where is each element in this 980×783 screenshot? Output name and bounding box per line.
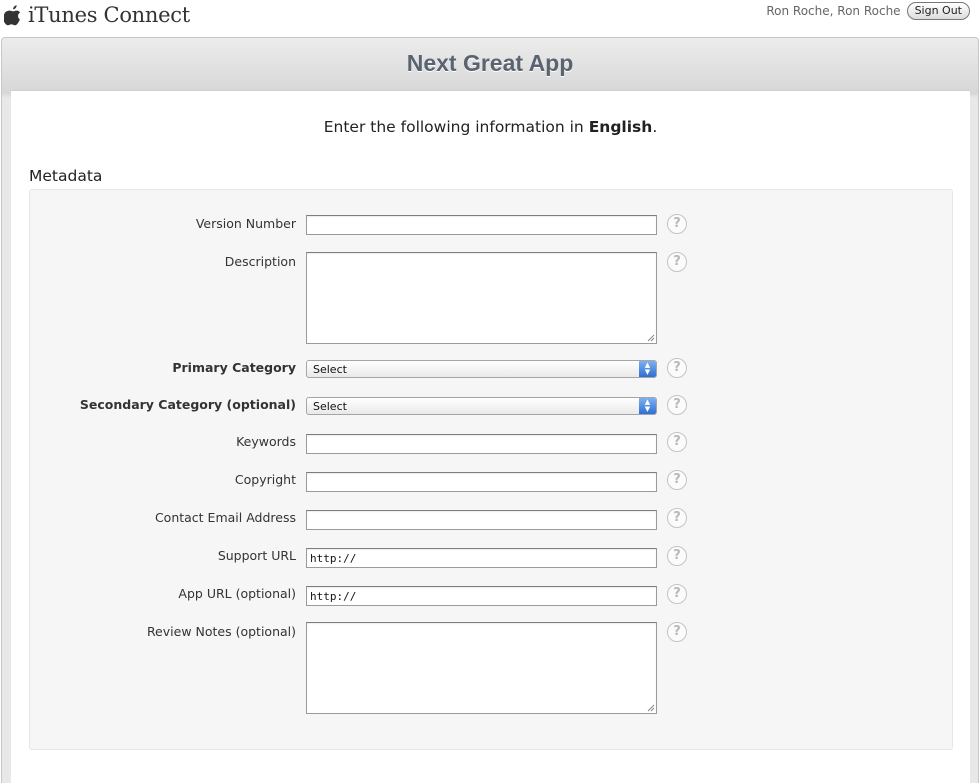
top-bar: iTunes Connect Ron Roche, Ron Roche Sign… — [0, 0, 980, 34]
secondary-category-value: Select — [313, 400, 347, 413]
help-question-icon[interactable]: ? — [667, 508, 687, 528]
primary-category-select[interactable]: Select ▲ ▼ — [306, 360, 657, 378]
help-question-icon[interactable]: ? — [667, 214, 687, 234]
support-url-field[interactable]: http:// — [306, 548, 657, 568]
help-question-icon[interactable]: ? — [667, 470, 687, 490]
resize-grip-icon[interactable] — [647, 334, 655, 342]
itunes-connect-logo[interactable]: iTunes Connect — [3, 0, 190, 30]
select-arrows-icon: ▲ ▼ — [639, 398, 656, 414]
description-label: Description — [224, 254, 296, 269]
app-url-label: App URL (optional) — [178, 586, 296, 601]
app-name: iTunes Connect — [28, 3, 190, 27]
version-number-label: Version Number — [195, 216, 296, 231]
contact-email-field[interactable] — [306, 510, 657, 530]
app-url-field[interactable]: http:// — [306, 586, 657, 606]
instruction-prefix: Enter the following information in — [323, 118, 584, 136]
app-panel: Next Great App Enter the following infor… — [1, 37, 979, 783]
help-question-icon[interactable]: ? — [667, 546, 687, 566]
keywords-label: Keywords — [236, 434, 296, 449]
help-question-icon[interactable]: ? — [667, 252, 687, 272]
section-title: Metadata — [29, 167, 103, 185]
user-name: Ron Roche, Ron Roche — [766, 4, 901, 18]
review-notes-textarea[interactable] — [306, 622, 657, 714]
copyright-label: Copyright — [234, 472, 296, 487]
help-question-icon[interactable]: ? — [667, 358, 687, 378]
secondary-category-select[interactable]: Select ▲ ▼ — [306, 397, 657, 415]
instruction-text: Enter the following information in Engli… — [11, 118, 970, 136]
sign-out-button[interactable]: Sign Out — [906, 2, 970, 20]
description-textarea[interactable] — [306, 252, 657, 344]
content-area: Enter the following information in Engli… — [11, 90, 970, 783]
support-url-label: Support URL — [217, 548, 296, 563]
resize-grip-icon[interactable] — [647, 704, 655, 712]
page-title: Next Great App — [406, 50, 574, 76]
apple-logo-icon — [3, 4, 22, 26]
copyright-field[interactable] — [306, 472, 657, 492]
metadata-form: Version Number ? Description ? Primary C… — [29, 189, 953, 750]
review-notes-label: Review Notes (optional) — [146, 624, 296, 639]
instruction-language: English — [588, 118, 653, 136]
primary-category-label: Primary Category — [172, 360, 296, 375]
help-question-icon[interactable]: ? — [667, 622, 687, 642]
primary-category-value: Select — [313, 363, 347, 376]
help-question-icon[interactable]: ? — [667, 395, 687, 415]
select-arrows-icon: ▲ ▼ — [639, 361, 656, 377]
keywords-field[interactable] — [306, 434, 657, 454]
help-question-icon[interactable]: ? — [667, 584, 687, 604]
secondary-category-label: Secondary Category (optional) — [79, 397, 296, 412]
contact-email-label: Contact Email Address — [154, 510, 296, 525]
user-area: Ron Roche, Ron Roche Sign Out — [766, 2, 970, 20]
help-question-icon[interactable]: ? — [667, 432, 687, 452]
version-number-field[interactable] — [306, 215, 657, 235]
instruction-suffix: . — [652, 118, 658, 136]
